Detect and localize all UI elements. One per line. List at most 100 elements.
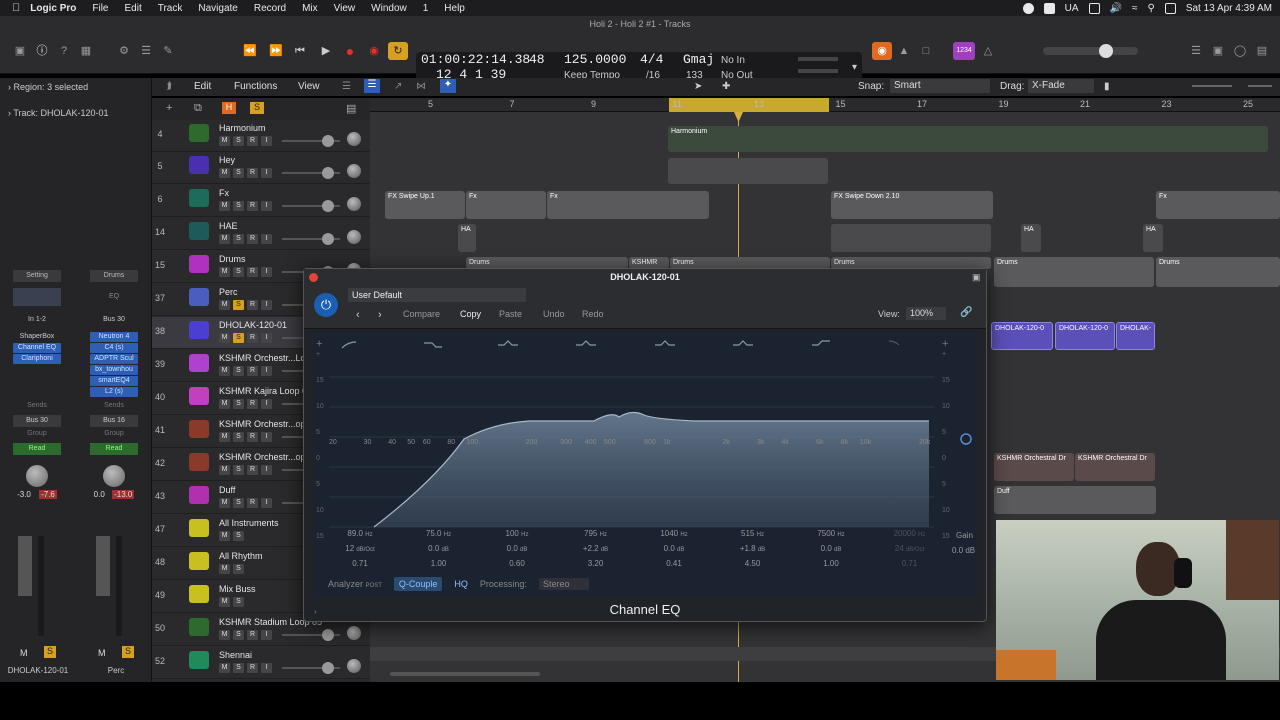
smart-controls-icon[interactable]: ⚙: [116, 44, 132, 58]
bar-ruler[interactable]: 5 7 9 11 13 15 17 19 21 23 25: [370, 98, 1280, 112]
horizontal-scrollbar[interactable]: [390, 672, 540, 676]
bar-number[interactable]: 9: [591, 99, 596, 109]
mute-button[interactable]: M: [219, 432, 230, 442]
menu-file[interactable]: File: [92, 3, 108, 14]
input-monitor-button[interactable]: I: [261, 663, 272, 673]
redo-button[interactable]: Redo: [582, 309, 604, 319]
band-readout[interactable]: 75.0 Hz 0.0 dB 1.00: [409, 527, 469, 571]
track-row[interactable]: 6 Fx M S R I: [152, 185, 370, 217]
region-duff[interactable]: Duff: [994, 486, 1156, 514]
solo-button[interactable]: S: [233, 333, 244, 343]
solo-button[interactable]: S: [233, 201, 244, 211]
solo-button[interactable]: S: [44, 646, 56, 658]
bar-number[interactable]: 15: [836, 99, 846, 109]
band-q[interactable]: 1.00: [409, 557, 469, 571]
record-enable-button[interactable]: R: [247, 333, 258, 343]
mute-button[interactable]: M: [219, 300, 230, 310]
preset-menu[interactable]: User Default: [348, 288, 526, 302]
record-enable-button[interactable]: R: [247, 201, 258, 211]
mute-button[interactable]: M: [98, 648, 106, 658]
solo-button[interactable]: S: [233, 136, 244, 146]
band-gain[interactable]: 0.0 dB: [487, 542, 547, 557]
catch-icon[interactable]: ✦: [440, 79, 456, 93]
send-slot[interactable]: Bus 30: [13, 415, 61, 427]
link-window-icon[interactable]: ▣: [972, 272, 981, 283]
track-name[interactable]: Drums: [219, 254, 369, 264]
band-frequency[interactable]: 20000 Hz: [880, 527, 940, 542]
link-icon[interactable]: 🔗: [960, 307, 972, 318]
track-icon[interactable]: [189, 618, 209, 636]
record-enable-button[interactable]: R: [247, 136, 258, 146]
flex-icon[interactable]: ⋈: [416, 81, 426, 92]
input-monitor-button[interactable]: I: [261, 432, 272, 442]
band-readout[interactable]: 20000 Hz 24 dB/Oct 0.71: [880, 527, 940, 571]
rewind-icon[interactable]: ⏪: [242, 44, 258, 58]
hq-button[interactable]: HQ: [454, 579, 468, 589]
bar-number[interactable]: 5: [428, 99, 433, 109]
band-gain[interactable]: 0.0 dB: [409, 542, 469, 557]
pencil-tool-icon[interactable]: ✚: [722, 81, 730, 92]
waveform-zoom-icon[interactable]: ▮: [1104, 81, 1110, 92]
band-q[interactable]: 0.71: [880, 557, 940, 571]
region-orchestral-1[interactable]: KSHMR Orchestral Dr: [994, 453, 1074, 481]
band-frequency[interactable]: 515 Hz: [723, 527, 783, 542]
band-readout[interactable]: 795 Hz +2.2 dB 3.20: [566, 527, 626, 571]
master-volume-thumb[interactable]: [1099, 44, 1113, 58]
plugin-slot-1[interactable]: Neutron 4: [90, 332, 138, 342]
region-dholak-2[interactable]: DHOLAK-120-0: [1055, 322, 1115, 350]
band-gain[interactable]: 12 dB/Oct: [330, 542, 390, 557]
vertical-zoom-slider[interactable]: [1192, 85, 1232, 87]
volume-icon[interactable]: 🔊: [1110, 3, 1122, 14]
drag-select[interactable]: X-Fade: [1028, 79, 1094, 93]
region-dholak-3[interactable]: DHOLAK-: [1116, 322, 1155, 350]
display-icon[interactable]: [1088, 2, 1100, 14]
mute-button[interactable]: M: [219, 630, 230, 640]
cycle-icon[interactable]: ↻: [388, 42, 408, 60]
automation-mode[interactable]: Read: [13, 443, 61, 455]
go-to-start-icon[interactable]: ⏮: [292, 44, 308, 58]
list-view-icon[interactable]: ☰: [342, 81, 351, 92]
solo-button[interactable]: S: [233, 465, 244, 475]
lcd-key[interactable]: Gmaj: [683, 52, 714, 67]
track-icon[interactable]: [189, 651, 209, 669]
track-volume-slider[interactable]: [282, 233, 340, 245]
playhead-handle[interactable]: [734, 112, 743, 122]
track-volume-thumb[interactable]: [322, 200, 334, 212]
track-row[interactable]: 4 Harmonium M S R I: [152, 120, 370, 152]
tracks-view-icon[interactable]: ☰: [364, 79, 380, 93]
input-monitor-button[interactable]: I: [261, 300, 272, 310]
band-frequency[interactable]: 795 Hz: [566, 527, 626, 542]
undo-button[interactable]: Undo: [543, 309, 565, 319]
setting-button[interactable]: Drums: [90, 270, 138, 282]
region-fx-4[interactable]: FX Swipe Down 2.10: [831, 191, 993, 219]
solo-button[interactable]: S: [233, 564, 244, 574]
mixer-icon[interactable]: ☰: [138, 44, 154, 58]
bar-number[interactable]: 23: [1162, 99, 1172, 109]
track-volume-thumb[interactable]: [322, 167, 334, 179]
view-menu[interactable]: View: [298, 81, 320, 92]
shield-icon[interactable]: [1043, 2, 1055, 14]
solo-button[interactable]: S: [233, 630, 244, 640]
plugin-slot-4[interactable]: bx_townhou: [90, 365, 138, 375]
wifi-icon[interactable]: ≈: [1132, 3, 1138, 14]
track-volume-thumb[interactable]: [322, 135, 334, 147]
track-icon[interactable]: [189, 354, 209, 372]
mute-button[interactable]: M: [219, 168, 230, 178]
lcd-dropdown-icon[interactable]: ▾: [852, 62, 857, 73]
forward-icon[interactable]: ⏩: [268, 44, 284, 58]
track-name[interactable]: Shennai: [219, 650, 369, 660]
record-enable-button[interactable]: R: [247, 432, 258, 442]
track-volume-slider[interactable]: [282, 135, 340, 147]
track-icon[interactable]: [189, 387, 209, 405]
peak-readout[interactable]: -7.6: [39, 490, 57, 499]
mute-button[interactable]: M: [219, 201, 230, 211]
mute-button[interactable]: M: [219, 597, 230, 607]
track-icon[interactable]: [189, 124, 209, 142]
band-gain[interactable]: +2.2 dB: [566, 542, 626, 557]
track-icon[interactable]: [189, 486, 209, 504]
pointer-tool-icon[interactable]: ➤: [694, 81, 702, 92]
mute-button[interactable]: M: [219, 663, 230, 673]
apple-icon[interactable]: : [12, 2, 20, 14]
metronome-toggle-icon[interactable]: △: [980, 44, 996, 58]
track-row[interactable]: 52 Shennai M S R I: [152, 647, 370, 679]
